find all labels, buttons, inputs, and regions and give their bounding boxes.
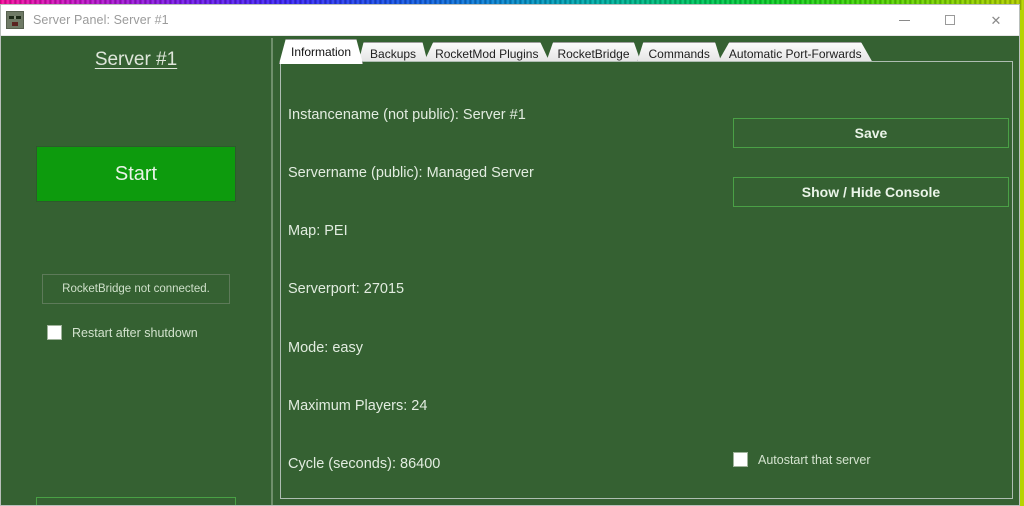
restart-after-shutdown-label: Restart after shutdown: [72, 325, 198, 340]
info-line: Instancename (not public): Server #1: [288, 106, 526, 123]
tab-information[interactable]: Information: [279, 39, 364, 64]
minimize-button[interactable]: [881, 5, 927, 35]
server-information-list: Instancename (not public): Server #1 Ser…: [288, 67, 577, 505]
rocketbridge-status: RocketBridge not connected.: [42, 274, 230, 304]
close-button[interactable]: ✕: [973, 5, 1019, 35]
minimize-icon: [898, 19, 910, 21]
start-button[interactable]: Start: [36, 146, 236, 202]
maximize-button[interactable]: [927, 5, 973, 35]
sidebar-divider: [271, 38, 273, 505]
close-icon: ✕: [990, 12, 1002, 28]
restart-after-shutdown-row[interactable]: Restart after shutdown: [47, 325, 198, 340]
server-panel-window: Server Panel: Server #1 ✕ Server #1 Star…: [0, 4, 1020, 506]
info-line: Serverport: 27015: [288, 281, 405, 298]
info-line: Mode: easy: [288, 339, 363, 356]
autostart-label: Autostart that server: [758, 452, 871, 467]
sidebar: Server #1 Start RocketBridge not connect…: [1, 36, 271, 505]
save-button[interactable]: Save: [733, 118, 1009, 148]
info-line: Map: PEI: [288, 223, 348, 240]
information-panel: Instancename (not public): Server #1 Ser…: [280, 61, 1013, 499]
server-settings-button[interactable]: server settings: [36, 497, 236, 505]
info-line: Cycle (seconds): 86400: [288, 456, 441, 473]
server-title: Server #1: [94, 49, 178, 70]
autostart-row[interactable]: Autostart that server: [733, 452, 871, 467]
show-hide-console-button[interactable]: Show / Hide Console: [733, 177, 1009, 207]
zombie-face-icon: [6, 11, 24, 29]
window-controls: ✕: [881, 5, 1019, 35]
maximize-icon: [945, 15, 955, 25]
window-title: Server Panel: Server #1: [33, 13, 169, 27]
restart-after-shutdown-checkbox[interactable]: [47, 325, 62, 340]
window-body: Server #1 Start RocketBridge not connect…: [1, 36, 1019, 505]
info-line: Servername (public): Managed Server: [288, 165, 534, 182]
autostart-checkbox[interactable]: [733, 452, 748, 467]
title-bar: Server Panel: Server #1 ✕: [1, 5, 1019, 36]
info-line: Maximum Players: 24: [288, 397, 428, 414]
